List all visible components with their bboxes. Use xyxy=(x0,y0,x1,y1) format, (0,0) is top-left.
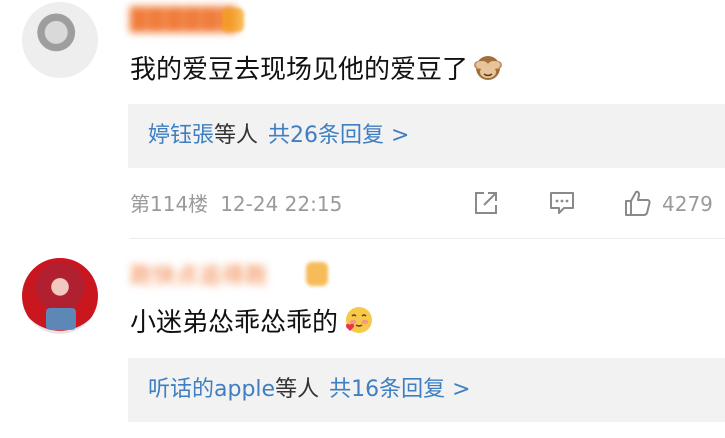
avatar[interactable] xyxy=(22,258,98,334)
share-icon xyxy=(475,192,497,214)
replies-preview[interactable]: 婷钰張等人 共26条回复 > xyxy=(128,104,725,168)
reply-count-link[interactable]: 共26条回复 > xyxy=(268,123,409,148)
comment-icon xyxy=(550,192,574,214)
comment-text: 小迷弟怂乖怂乖的 xyxy=(130,304,374,340)
comment-meta: 第114楼 12-24 22:15 xyxy=(130,188,342,220)
reply-user-link[interactable]: 婷钰張 xyxy=(148,123,214,148)
comment-button[interactable] xyxy=(546,186,578,220)
vip-badge-icon xyxy=(306,262,328,286)
blushing-hearts-emoji xyxy=(345,307,373,333)
username[interactable]: 跑快点追得跑 xyxy=(130,264,268,290)
reply-user-link[interactable]: 听话的apple xyxy=(148,377,275,402)
see-no-evil-monkey-emoji xyxy=(474,56,503,80)
floor-number: 第114楼 xyxy=(130,192,209,216)
reply-others-label: 等人 xyxy=(214,123,259,148)
timestamp: 12-24 22:15 xyxy=(220,192,343,216)
like-count: 4279 xyxy=(662,192,713,216)
divider xyxy=(130,238,725,239)
thumbs-up-icon xyxy=(625,190,651,216)
comment-body: 我的爱豆去现场见他的爱豆了 xyxy=(130,55,469,85)
reply-others-label: 等人 xyxy=(275,377,320,402)
comment-text: 我的爱豆去现场见他的爱豆了 xyxy=(130,51,504,87)
avatar[interactable] xyxy=(22,2,98,78)
like-button[interactable] xyxy=(622,186,654,220)
reply-count-link[interactable]: 共16条回复 > xyxy=(329,377,470,402)
replies-preview[interactable]: 听话的apple等人 共16条回复 > xyxy=(128,358,725,422)
comment-body: 小迷弟怂乖怂乖的 xyxy=(130,308,339,338)
vip-badge-icon xyxy=(222,8,244,32)
share-button[interactable] xyxy=(470,186,502,220)
